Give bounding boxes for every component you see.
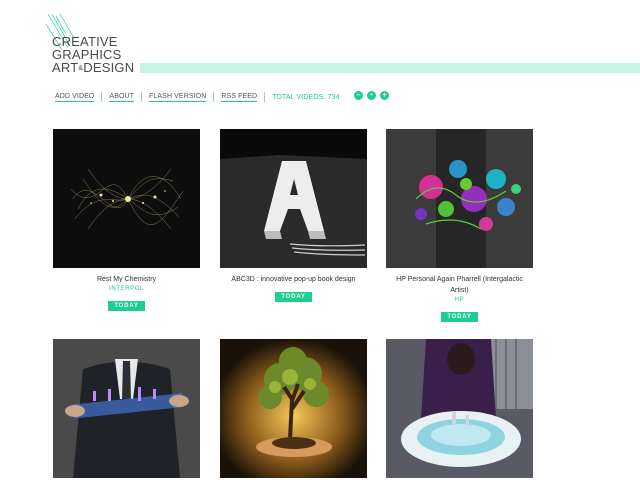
- video-card[interactable]: HP Personal Again Pharrell (Intergalacti…: [386, 129, 533, 323]
- today-badge: TODAY: [441, 312, 478, 322]
- header-stripes: [140, 63, 640, 73]
- reset-view-button[interactable]: •: [367, 91, 376, 100]
- video-card[interactable]: [386, 339, 533, 478]
- video-source[interactable]: INTERPOL: [53, 285, 200, 294]
- logo-line-art-design: ART&DESIGN: [52, 61, 134, 75]
- site-logo[interactable]: CREATIVE GRAPHICS ART&DESIGN: [52, 35, 134, 75]
- video-thumbnail-tree[interactable]: [220, 339, 367, 478]
- today-badge: TODAY: [275, 292, 312, 302]
- video-thumbnail-letter-a[interactable]: [220, 129, 367, 268]
- video-card[interactable]: Rest My Chemistry INTERPOL TODAY: [53, 129, 200, 312]
- video-thumbnail-paint-splash[interactable]: [386, 129, 533, 268]
- video-thumbnail-snow[interactable]: [386, 339, 533, 478]
- video-thumbnail-hologram[interactable]: [53, 339, 200, 478]
- video-card[interactable]: ABC3D : innovative pop-up book design TO…: [220, 129, 367, 303]
- logo-art: ART: [52, 60, 79, 75]
- view-controls: – • +: [354, 91, 389, 100]
- zoom-out-button[interactable]: –: [354, 91, 363, 100]
- video-card[interactable]: [53, 339, 200, 478]
- video-source[interactable]: HP: [386, 296, 533, 305]
- nav-rss-feed[interactable]: RSS FEED: [221, 93, 258, 102]
- video-title[interactable]: HP Personal Again Pharrell (Intergalacti…: [386, 274, 533, 296]
- nav-divider: [101, 92, 103, 102]
- logo-design: DESIGN: [83, 60, 135, 75]
- video-card[interactable]: [220, 339, 367, 478]
- nav-divider: [213, 92, 215, 102]
- total-videos-count: TOTAL VIDEOS: 734: [272, 93, 340, 101]
- nav-about[interactable]: ABOUT: [109, 93, 135, 102]
- nav-flash-version[interactable]: FLASH VERSION: [149, 93, 207, 102]
- nav-divider: [141, 92, 143, 102]
- today-badge: TODAY: [108, 301, 145, 311]
- video-thumbnail-particles[interactable]: [53, 129, 200, 268]
- nav-add-video[interactable]: ADD VIDEO: [55, 93, 95, 102]
- main-nav: ADD VIDEO ABOUT FLASH VERSION RSS FEED T…: [55, 92, 340, 102]
- nav-divider: [264, 92, 266, 102]
- video-title[interactable]: Rest My Chemistry: [53, 274, 200, 285]
- video-title[interactable]: ABC3D : innovative pop-up book design: [220, 274, 367, 285]
- zoom-in-button[interactable]: +: [380, 91, 389, 100]
